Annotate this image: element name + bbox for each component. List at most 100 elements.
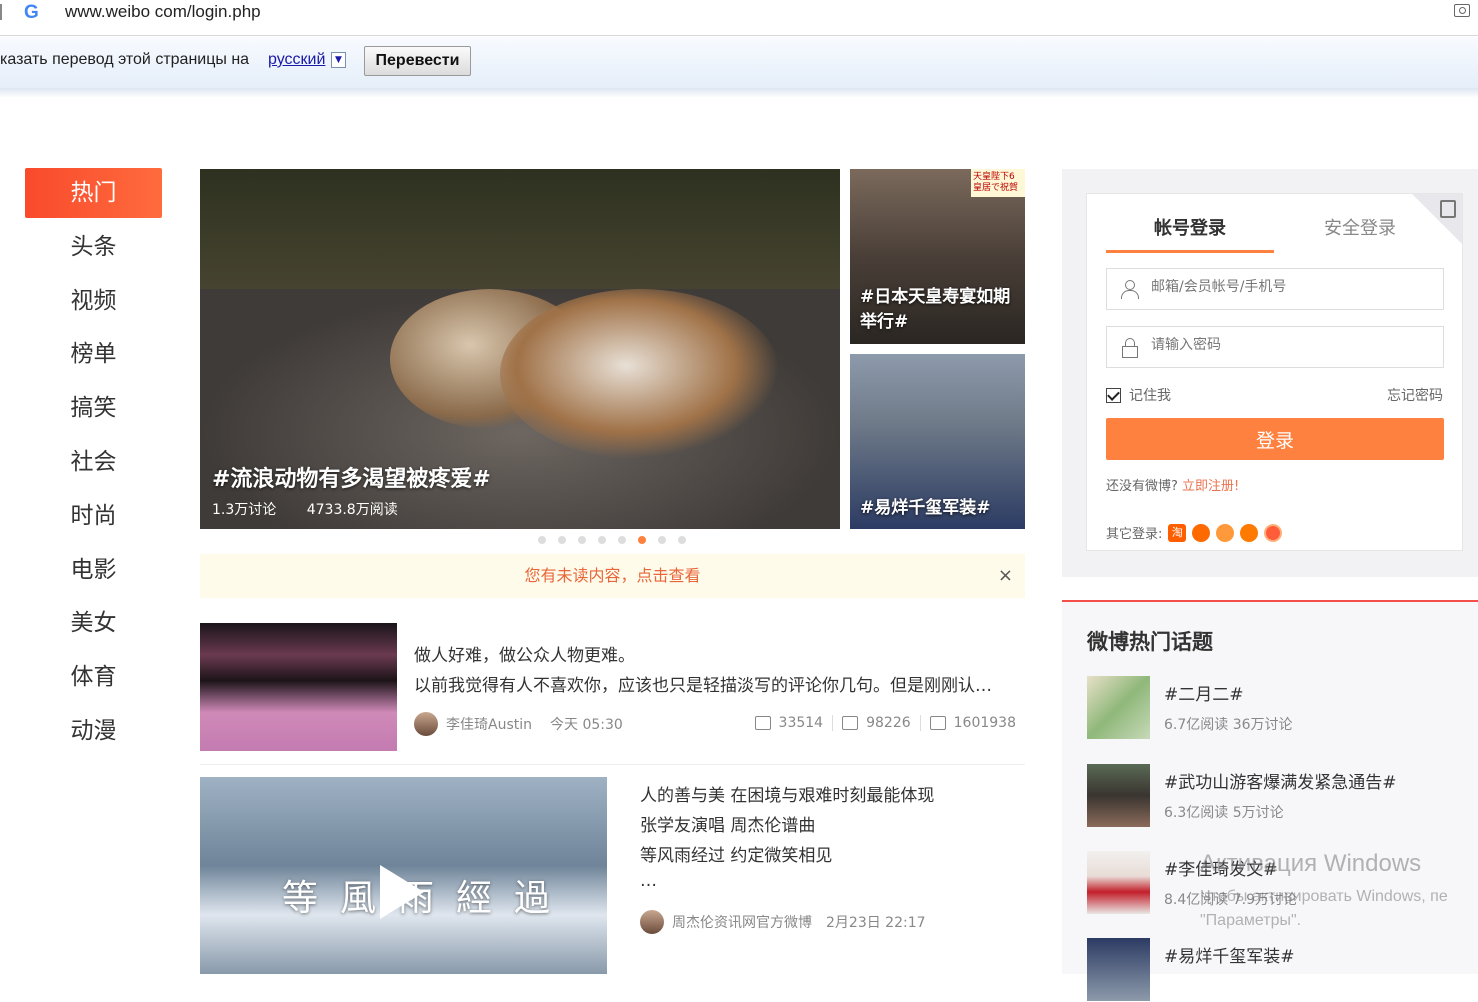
topic-name[interactable]: #武功山游客爆满发紧急通告#	[1164, 768, 1397, 793]
hero-title[interactable]: #流浪动物有多渴望被疼爱#	[212, 461, 491, 493]
nav-item-anime[interactable]: 动漫	[25, 706, 162, 756]
carousel-dot[interactable]	[678, 536, 686, 544]
login-button[interactable]: 登录	[1106, 418, 1444, 460]
nav-item-funny[interactable]: 搞笑	[25, 383, 162, 433]
carousel-dot[interactable]	[538, 536, 546, 544]
avatar[interactable]	[414, 712, 438, 736]
translate-bar: казать перевод этой страницы на русский …	[0, 37, 1478, 98]
nav-item-fashion[interactable]: 时尚	[25, 491, 162, 541]
side-card-uniform[interactable]: #易烊千玺军装#	[850, 354, 1025, 529]
feed-meta: 李佳琦Austin 今天 05:30	[414, 712, 623, 736]
carousel-dot[interactable]	[658, 536, 666, 544]
nav-item-beauty[interactable]: 美女	[25, 598, 162, 648]
topic-thumbnail[interactable]	[1087, 676, 1150, 739]
other-login-label: 其它登录:	[1106, 527, 1163, 542]
side-card-emperor[interactable]: 天皇陛下6 皇居で祝賀 #日本天皇寿宴如期举行#	[850, 169, 1025, 344]
wechat-pay-icon[interactable]	[1216, 523, 1235, 542]
feed-text-line[interactable]: 以前我觉得有人不喜欢你，应该也只是轻描淡写的评论你几句。但是刚刚认…	[414, 671, 1014, 696]
side-card-title: #易烊千玺军装#	[860, 498, 991, 518]
watermark-line: Чтобы активировать Windows, пе	[1200, 888, 1448, 905]
register-link[interactable]: 立即注册!	[1182, 479, 1239, 494]
username-field[interactable]	[1106, 268, 1444, 310]
topic-thumbnail[interactable]	[1087, 851, 1150, 914]
password-field[interactable]	[1106, 326, 1444, 368]
chevron-down-icon[interactable]: ▼	[331, 52, 346, 68]
unread-text[interactable]: 您有未读内容，点击查看	[524, 566, 700, 585]
nav-item-sports[interactable]: 体育	[25, 652, 162, 702]
nav-item-video[interactable]: 视频	[25, 276, 162, 326]
side-card-title: #日本天皇寿宴如期举行#	[860, 287, 1011, 332]
comment-icon	[842, 716, 859, 730]
password-input[interactable]	[1151, 337, 1431, 353]
category-nav: 热门 头条 视频 榜单 搞笑 社会 时尚 电影 美女 体育 动漫	[25, 168, 162, 760]
feed-text-line[interactable]: 做人好难，做公众人物更难。	[414, 641, 635, 666]
tab-edge	[0, 4, 2, 20]
feed-text-line[interactable]: 人的善与美 在困境与艰难时刻最能体现	[640, 781, 934, 806]
ali-icon[interactable]	[1240, 523, 1259, 542]
qq-icon[interactable]	[1192, 523, 1211, 542]
hero-carousel-slide[interactable]: #流浪动物有多渴望被疼爱# 1.3万讨论 4733.8万阅读	[200, 169, 840, 529]
lock-icon	[1121, 338, 1138, 358]
remember-label: 记住我	[1129, 388, 1171, 404]
nav-item-headlines[interactable]: 头条	[25, 222, 162, 272]
feed-thumbnail[interactable]	[200, 623, 397, 751]
feed-card[interactable]: 等風雨經過 人的善与美 在困境与艰难时刻最能体现 张学友演唱 周杰伦谱曲 等风雨…	[200, 777, 1025, 974]
translate-language-link[interactable]: русский	[268, 51, 325, 69]
hero-discussions: 1.3万讨论	[212, 502, 277, 518]
remember-me[interactable]: 记住我	[1106, 385, 1171, 405]
forgot-password-link[interactable]: 忘记密码	[1387, 385, 1443, 405]
nav-item-movies[interactable]: 电影	[25, 545, 162, 595]
camera-icon[interactable]	[1454, 4, 1470, 17]
nav-item-hot[interactable]: 热门	[25, 168, 162, 218]
translate-prompt: казать перевод этой страницы на	[0, 51, 250, 68]
comment-count: 98226	[866, 715, 911, 731]
partner-login-icon[interactable]	[1264, 523, 1283, 542]
close-icon[interactable]: ×	[998, 554, 1013, 598]
thumbs-up-icon	[929, 716, 946, 730]
login-box: 帐号登录 安全登录 记住我 忘记密码 登录 还没有微博? 立即注册! 其它登录:…	[1086, 193, 1463, 551]
carousel-dot[interactable]	[618, 536, 626, 544]
username-input[interactable]	[1151, 279, 1431, 295]
topic-meta: 6.7亿阅读 36万讨论	[1164, 717, 1293, 733]
carousel-dot[interactable]	[578, 536, 586, 544]
play-icon[interactable]	[380, 865, 424, 919]
topic-thumbnail[interactable]	[1087, 938, 1150, 1001]
feed-text-line[interactable]: 等风雨经过 约定微笑相见	[640, 841, 832, 866]
hero-meta: 1.3万讨论 4733.8万阅读	[212, 499, 422, 519]
hot-topic-item[interactable]: #二月二# 6.7亿阅读 36万讨论	[1087, 676, 1467, 740]
nav-item-society[interactable]: 社会	[25, 437, 162, 487]
windows-activation-hint: Чтобы активировать Windows, пе "Параметр…	[1200, 885, 1448, 933]
hot-topic-item[interactable]: #武功山游客爆满发紧急通告# 6.3亿阅读 5万讨论	[1087, 764, 1467, 828]
tab-secure-login[interactable]: 安全登录	[1276, 214, 1444, 250]
like-button[interactable]: 1601938	[919, 715, 1025, 731]
feed-card[interactable]: 做人好难，做公众人物更难。 以前我觉得有人不喜欢你，应该也只是轻描淡写的评论你几…	[200, 623, 1025, 765]
video-thumbnail[interactable]: 等風雨經過	[200, 777, 607, 974]
feed-author[interactable]: 周杰伦资讯网官方微博	[672, 912, 812, 932]
carousel-dot[interactable]	[598, 536, 606, 544]
comment-button[interactable]: 98226	[832, 715, 920, 731]
feed-text-line[interactable]: …	[640, 871, 657, 891]
nav-item-rankings[interactable]: 榜单	[25, 329, 162, 379]
like-count: 1601938	[953, 715, 1016, 731]
topic-thumbnail[interactable]	[1087, 764, 1150, 827]
unread-notice[interactable]: 您有未读内容，点击查看 ×	[200, 554, 1025, 598]
topic-name[interactable]: #易烊千玺军装#	[1164, 942, 1295, 967]
feed-author[interactable]: 李佳琦Austin	[446, 714, 532, 734]
google-icon: G	[24, 2, 39, 23]
address-bar[interactable]: G www.weibo com/login.php	[0, 0, 1478, 36]
topic-name[interactable]: #二月二#	[1164, 680, 1244, 705]
topic-meta: 6.3亿阅读 5万讨论	[1164, 805, 1284, 821]
url-text[interactable]: www.weibo com/login.php	[65, 2, 261, 22]
hot-topic-item[interactable]: #易烊千玺军装#	[1087, 938, 1467, 1002]
feed-text-line[interactable]: 张学友演唱 周杰伦谱曲	[640, 811, 815, 836]
carousel-dot[interactable]	[638, 536, 646, 544]
remember-checkbox[interactable]	[1106, 387, 1121, 403]
carousel-dot[interactable]	[558, 536, 566, 544]
translate-button[interactable]: Перевести	[364, 46, 471, 76]
repost-icon	[754, 716, 771, 730]
feed-time: 2月23日 22:17	[826, 915, 926, 931]
avatar[interactable]	[640, 910, 664, 934]
taobao-icon[interactable]: 淘	[1168, 523, 1187, 542]
repost-button[interactable]: 33514	[746, 715, 833, 731]
tab-account-login[interactable]: 帐号登录	[1106, 214, 1274, 253]
